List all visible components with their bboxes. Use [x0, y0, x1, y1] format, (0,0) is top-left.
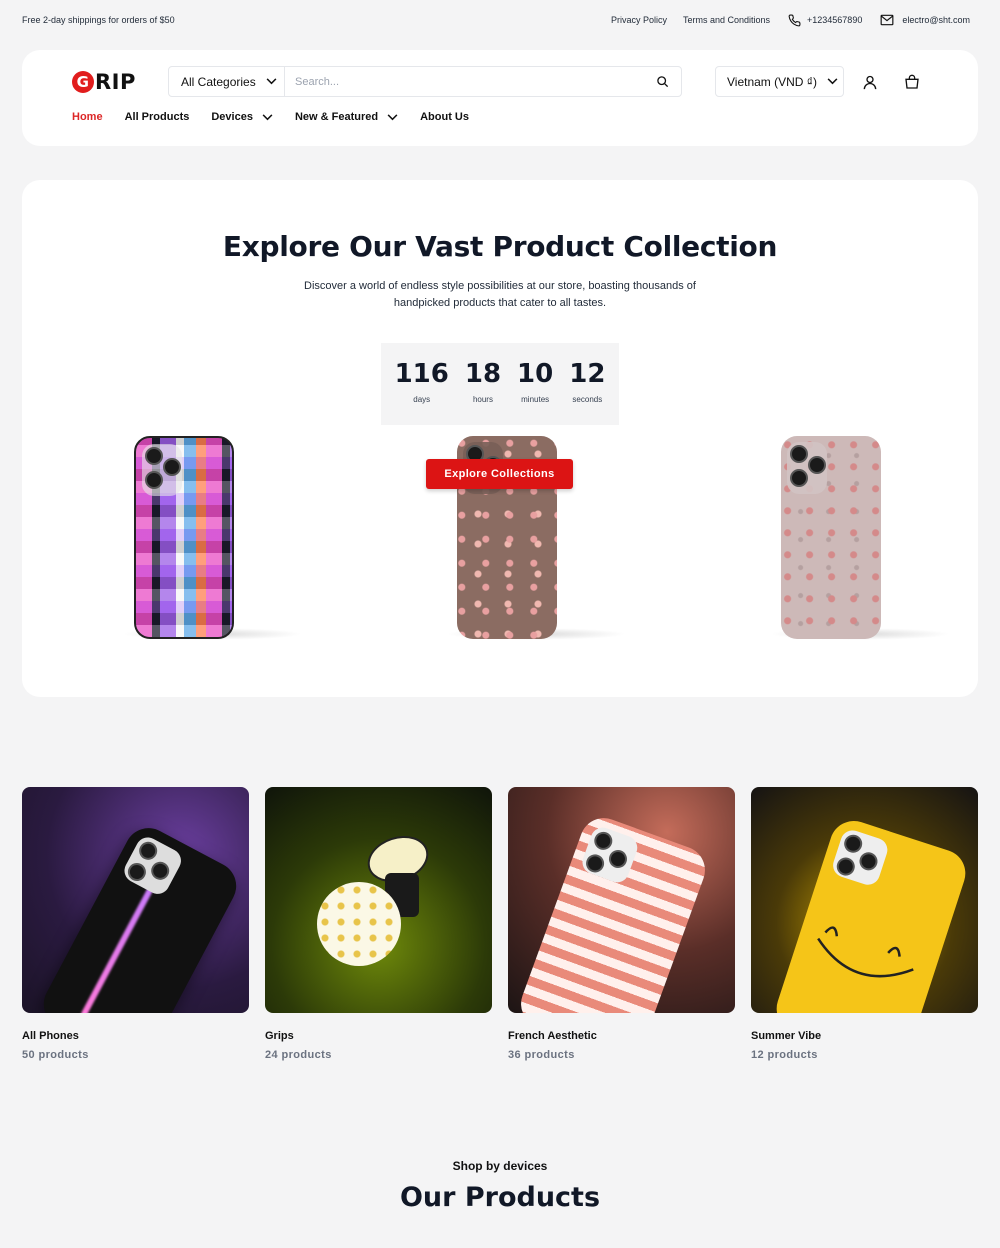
search-button[interactable] [643, 75, 681, 88]
top-bar: Free 2-day shippings for orders of $50 P… [22, 12, 970, 28]
chevron-down-icon [266, 78, 277, 85]
category-card-summer-vibe[interactable]: Summer Vibe 12 products [751, 787, 978, 1061]
category-select-label: All Categories [181, 74, 256, 89]
nav-label: About Us [420, 111, 469, 123]
chevron-down-icon [827, 78, 838, 85]
countdown-label: hours [472, 395, 493, 404]
category-name: Summer Vibe [751, 1030, 822, 1042]
category-name: Grips [265, 1030, 294, 1042]
nav-label: New & Featured [294, 111, 379, 123]
hero-section: Explore Our Vast Product Collection Disc… [22, 180, 978, 697]
countdown-seconds: 12 seconds [569, 359, 605, 425]
section-subtitle: Shop by devices [452, 1159, 548, 1173]
account-button[interactable] [860, 72, 880, 92]
category-name: French Aesthetic [508, 1030, 597, 1042]
nav-label: Home [72, 111, 103, 123]
hero-description: Discover a world of endless style possib… [304, 280, 696, 309]
search-bar: All Categories [168, 66, 682, 97]
logo[interactable]: G RIP [72, 70, 136, 94]
category-card-all-phones[interactable]: All Phones 50 products [22, 787, 249, 1061]
currency-select[interactable]: Vietnam (VND ₫) [715, 66, 844, 97]
nav-item-devices[interactable]: Devices [211, 111, 273, 123]
nav-item-new-featured[interactable]: New & Featured [295, 111, 398, 123]
logo-initial: G [72, 71, 94, 93]
currency-label: Vietnam (VND ₫) [727, 74, 817, 89]
countdown-label: seconds [572, 395, 603, 404]
countdown-value: 18 [464, 359, 502, 389]
category-image [22, 787, 249, 1013]
terms-link[interactable]: Terms and Conditions [683, 15, 770, 25]
phone-contact[interactable]: +1234567890 [788, 14, 862, 27]
countdown-days: 116 days [395, 359, 449, 425]
category-count: 50 products [22, 1049, 89, 1061]
countdown-value: 116 [394, 359, 449, 389]
hero-title: Explore Our Vast Product Collection [222, 230, 778, 263]
search-icon [656, 76, 668, 88]
category-select[interactable]: All Categories [169, 67, 285, 96]
explore-collections-button[interactable]: Explore Collections [426, 459, 573, 489]
category-image [751, 787, 978, 1013]
main-nav: Home All Products Devices New & Featured… [72, 111, 491, 123]
countdown-hours: 18 hours [465, 359, 501, 425]
phone-case-geometric[interactable] [134, 436, 234, 639]
nav-label: Devices [211, 111, 253, 123]
chevron-down-icon [262, 113, 273, 120]
countdown-value: 10 [517, 359, 554, 389]
privacy-policy-link[interactable]: Privacy Policy [611, 15, 667, 25]
countdown-timer: 116 days 18 hours 10 minutes 12 seconds [381, 343, 619, 425]
countdown-label: days [413, 395, 431, 404]
phone-icon [788, 14, 801, 26]
category-count: 12 products [751, 1049, 818, 1061]
nav-item-home[interactable]: Home [72, 111, 103, 123]
category-count: 24 products [265, 1049, 332, 1061]
phone-case-floral-pink[interactable] [781, 436, 881, 639]
nav-item-about-us[interactable]: About Us [420, 111, 469, 123]
category-image [265, 787, 492, 1013]
user-icon [863, 75, 877, 89]
nav-label: All Products [124, 111, 190, 123]
email-address: electro@sht.com [902, 15, 970, 25]
category-name: All Phones [22, 1030, 79, 1042]
search-input[interactable] [285, 75, 643, 88]
chevron-down-icon [387, 113, 398, 120]
promo-text: Free 2-day shippings for orders of $50 [22, 15, 175, 25]
countdown-label: minutes [521, 395, 550, 404]
category-card-french-aesthetic[interactable]: French Aesthetic 36 products [508, 787, 735, 1061]
phone-number: +1234567890 [807, 15, 863, 25]
category-count: 36 products [508, 1049, 575, 1061]
countdown-minutes: 10 minutes [517, 359, 553, 425]
shopping-bag-icon [905, 74, 919, 89]
category-image [508, 787, 735, 1013]
email-contact[interactable]: electro@sht.com [880, 14, 970, 26]
logo-text: RIP [95, 70, 136, 94]
section-title: Our Products [399, 1182, 601, 1213]
mail-icon [880, 14, 894, 26]
cart-button[interactable] [902, 72, 922, 92]
countdown-value: 12 [569, 359, 606, 389]
site-header: G RIP All Categories Vietnam (VND ₫) Hom… [22, 50, 978, 146]
nav-item-all-products[interactable]: All Products [125, 111, 190, 123]
category-card-grips[interactable]: Grips 24 products [265, 787, 492, 1061]
